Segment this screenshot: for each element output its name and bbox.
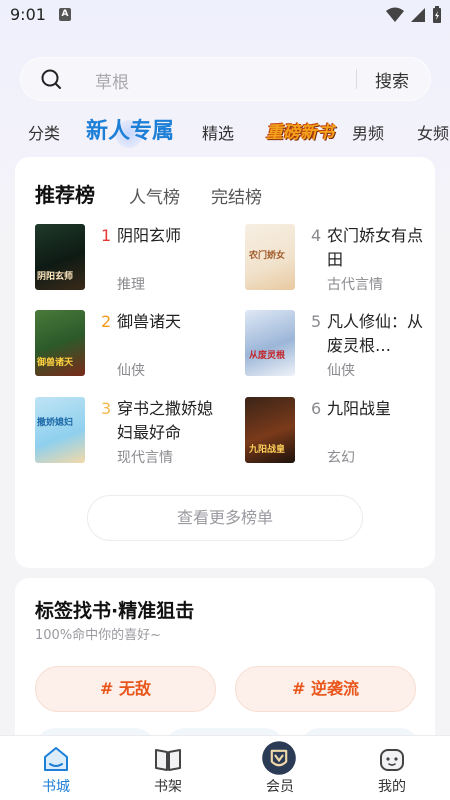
- book-title: 御兽诸天: [117, 312, 182, 331]
- book-cover: 农门娇女: [245, 224, 295, 290]
- book-item[interactable]: 撒娇媳妇 3 穿书之撒娇媳妇最好命 现代言情: [35, 397, 235, 469]
- search-button[interactable]: 搜索: [375, 67, 409, 92]
- book-genre: 现代言情: [117, 450, 173, 466]
- vip-icon: [262, 741, 296, 775]
- book-genre: 仙侠: [117, 363, 145, 379]
- nav-label: 书城: [42, 779, 70, 795]
- tag-section-subtitle: 100%命中你的喜好~: [35, 628, 162, 643]
- tag-search-card: 标签找书·精准狙击 100%命中你的喜好~ # 无敌 # 逆袭流: [15, 578, 435, 748]
- search-icon: [41, 69, 61, 89]
- tab-new-books[interactable]: 重磅新书: [266, 118, 334, 143]
- book-item[interactable]: 阴阳玄师 1 阴阳玄师 推理: [35, 224, 235, 296]
- status-bar: 9:01 A: [0, 0, 450, 32]
- book-title: 阴阳玄师: [117, 226, 182, 245]
- search-bar[interactable]: 草根 搜索: [20, 57, 431, 101]
- book-item[interactable]: 九阳战皇 6 九阳战皇 玄幻: [245, 397, 445, 469]
- nav-label: 会员: [266, 779, 294, 795]
- book-cover-text: 农门娇女: [249, 251, 286, 261]
- book-cover-text: 御兽诸天: [37, 358, 74, 368]
- tag-invincible[interactable]: # 无敌: [35, 666, 216, 712]
- book-cover: 九阳战皇: [245, 397, 295, 463]
- rank-number: 1: [101, 226, 112, 245]
- rank-number: 6: [311, 399, 322, 418]
- search-divider: [356, 69, 357, 89]
- book-cover-text: 九阳战皇: [249, 445, 286, 455]
- book-item[interactable]: 从废灵根 5 凡人修仙：从废灵根… 仙侠: [245, 310, 445, 382]
- book-cover: 阴阳玄师: [35, 224, 85, 290]
- profile-icon: [380, 749, 404, 771]
- search-input[interactable]: 草根: [95, 68, 129, 93]
- tab-popular[interactable]: 人气榜: [129, 183, 180, 208]
- book-title: 九阳战皇: [327, 399, 392, 418]
- tab-category[interactable]: 分类: [28, 120, 60, 144]
- book-genre: 推理: [117, 277, 145, 293]
- book-item[interactable]: 农门娇女 4 农门娇女有点田 古代言情: [245, 224, 445, 296]
- book-cover-text: 撒娇媳妇: [37, 418, 74, 428]
- bookshelf-icon: [155, 749, 181, 771]
- notification-icon: A: [59, 8, 71, 21]
- battery-icon: [433, 6, 441, 23]
- book-cover-text: 阴阳玄师: [37, 272, 74, 282]
- nav-label: 我的: [378, 779, 406, 795]
- tab-female[interactable]: 女频: [417, 120, 449, 144]
- rank-number: 4: [311, 226, 322, 245]
- book-cover-text: 从废灵根: [249, 351, 286, 361]
- tab-featured[interactable]: 精选: [202, 120, 234, 144]
- more-rankings-button[interactable]: 查看更多榜单: [87, 495, 363, 541]
- book-cover: 从废灵根: [245, 310, 295, 376]
- book-cover: 御兽诸天: [35, 310, 85, 376]
- tab-completed[interactable]: 完结榜: [211, 183, 262, 208]
- tab-newcomer[interactable]: 新人专属: [86, 113, 174, 145]
- nav-vip[interactable]: 会员: [224, 736, 336, 800]
- book-item[interactable]: 御兽诸天 2 御兽诸天 仙侠: [35, 310, 235, 382]
- nav-bookshelf[interactable]: 书架: [112, 736, 224, 800]
- tag-comeback[interactable]: # 逆袭流: [235, 666, 416, 712]
- signal-icon: [411, 8, 425, 22]
- tag-section-title: 标签找书·精准狙击: [35, 600, 195, 622]
- rank-number: 5: [311, 312, 322, 331]
- book-title: 凡人修仙：从废灵根…: [327, 312, 424, 355]
- tab-recommended[interactable]: 推荐榜: [35, 179, 95, 208]
- rank-number: 3: [101, 399, 112, 418]
- nav-label: 书架: [154, 779, 182, 795]
- book-genre: 仙侠: [327, 363, 355, 379]
- book-genre: 玄幻: [327, 450, 355, 466]
- book-genre: 古代言情: [327, 277, 383, 293]
- status-icons: [386, 6, 442, 24]
- book-title: 穿书之撒娇媳妇最好命: [117, 399, 214, 442]
- category-tabs: 分类 新人专属 精选 重磅新书 男频 女频: [0, 110, 450, 150]
- ranking-card: 推荐榜 人气榜 完结榜 阴阳玄师 1 阴阳玄师 推理 御兽诸天 2 御兽诸天 仙…: [15, 157, 435, 568]
- bottom-nav: 书城 书架 会员 我的: [0, 735, 450, 800]
- wifi-icon: [386, 7, 404, 22]
- tab-male[interactable]: 男频: [352, 120, 384, 144]
- nav-profile[interactable]: 我的: [336, 736, 448, 800]
- status-time: 9:01: [10, 5, 46, 24]
- book-cover: 撒娇媳妇: [35, 397, 85, 463]
- nav-bookstore[interactable]: 书城: [0, 736, 112, 800]
- book-title: 农门娇女有点田: [327, 226, 424, 269]
- rank-number: 2: [101, 312, 112, 331]
- home-icon: [44, 747, 68, 771]
